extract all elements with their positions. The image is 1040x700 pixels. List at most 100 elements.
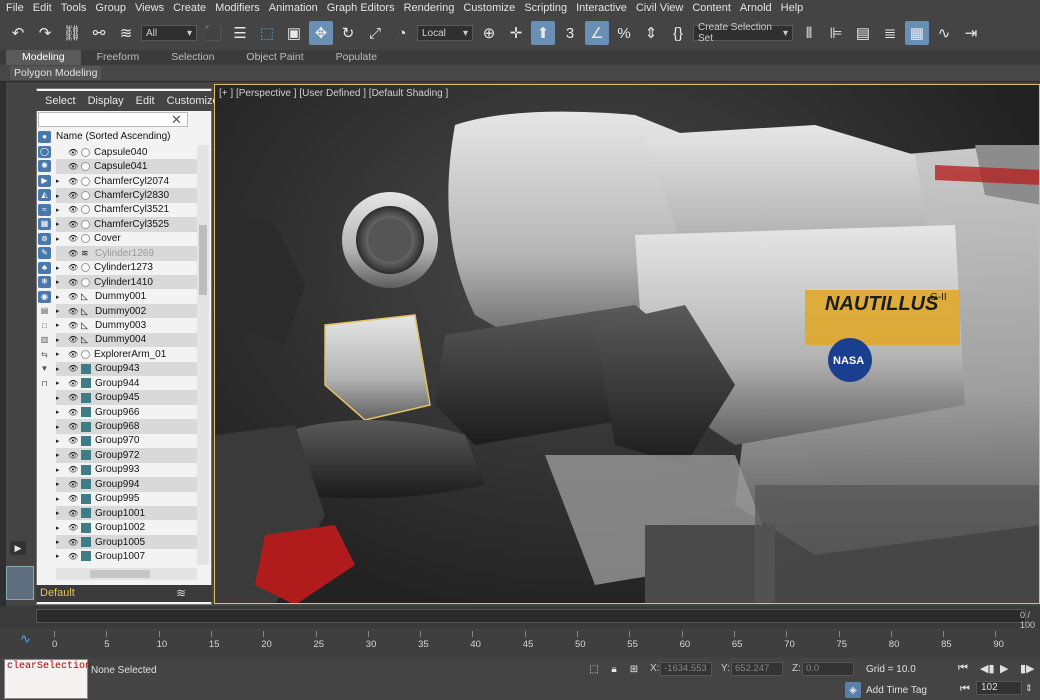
menu-item-animation[interactable]: Animation bbox=[269, 2, 318, 14]
tab-modeling[interactable]: Modeling bbox=[6, 50, 81, 65]
menu-item-group[interactable]: Group bbox=[95, 2, 126, 14]
bind-spacewarp-icon[interactable]: ≋ bbox=[114, 21, 138, 45]
visibility-eye-icon[interactable]: 👁︎ bbox=[68, 220, 80, 229]
expand-arrow-icon[interactable]: ▶ bbox=[56, 379, 60, 387]
redo-icon[interactable]: ↷ bbox=[33, 21, 57, 45]
toggle-layer-explorer-icon[interactable]: ≣ bbox=[878, 21, 902, 45]
scene-list-horizontal-scrollbar[interactable] bbox=[56, 568, 197, 580]
visibility-eye-icon[interactable]: 👁︎ bbox=[68, 451, 80, 460]
column-header-name[interactable]: Name (Sorted Ascending) bbox=[56, 131, 171, 142]
layer-stack-icon[interactable]: ≋ bbox=[176, 586, 186, 600]
add-time-tag-icon[interactable]: ◈ bbox=[845, 682, 861, 698]
list-item[interactable]: 👁︎ Capsule041 bbox=[56, 159, 197, 174]
list-item[interactable]: ▶ 👁︎ Group994 bbox=[56, 477, 197, 492]
list-item[interactable]: ▶ 👁︎ Group970 bbox=[56, 434, 197, 448]
menu-item-edit[interactable]: Edit bbox=[33, 2, 52, 14]
toggle-scene-explorer-icon[interactable]: ▤ bbox=[851, 21, 875, 45]
visibility-eye-icon[interactable]: 👁︎ bbox=[68, 249, 80, 258]
list-item[interactable]: ▶ 👁︎ Cylinder1410 bbox=[56, 274, 197, 290]
list-item[interactable]: ▶ 👁︎ Group993 bbox=[56, 463, 197, 477]
x-coordinate-field[interactable]: -1634.553 bbox=[660, 662, 712, 676]
expand-arrow-icon[interactable]: ▶ bbox=[56, 235, 60, 243]
list-item[interactable]: ▶ 👁︎ Group944 bbox=[56, 376, 197, 390]
scrollbar-thumb[interactable] bbox=[199, 225, 207, 295]
display-all-icon[interactable]: ▤ bbox=[38, 305, 51, 317]
viewport-label-menu[interactable]: [+ ] [Perspective ] [User Defined ] [Def… bbox=[219, 88, 448, 99]
tab-freeform[interactable]: Freeform bbox=[81, 50, 156, 65]
visibility-eye-icon[interactable]: 👁︎ bbox=[68, 321, 80, 330]
spinner-snap-icon[interactable]: ⇕ bbox=[639, 21, 663, 45]
display-lights-icon[interactable]: ✺ bbox=[38, 160, 51, 172]
select-move-icon[interactable]: ✥ bbox=[309, 21, 333, 45]
polygon-modeling-label[interactable]: Polygon Modeling bbox=[10, 66, 102, 80]
menu-item-file[interactable]: File bbox=[6, 2, 24, 14]
menu-item-modifiers[interactable]: Modifiers bbox=[215, 2, 260, 14]
menu-item-graph-editors[interactable]: Graph Editors bbox=[327, 2, 395, 14]
expand-arrow-icon[interactable]: ▶ bbox=[56, 552, 60, 560]
expand-arrow-icon[interactable]: ▶ bbox=[56, 480, 60, 488]
expand-arrow-icon[interactable]: ▶ bbox=[56, 192, 60, 200]
expand-arrow-icon[interactable]: ▶ bbox=[56, 220, 60, 228]
list-item[interactable]: ▶ 👁︎ ChamferCyl3521 bbox=[56, 203, 197, 217]
z-coordinate-field[interactable]: 0.0 bbox=[802, 662, 854, 676]
visibility-eye-icon[interactable]: 👁︎ bbox=[68, 552, 80, 561]
visibility-eye-icon[interactable]: 👁︎ bbox=[68, 509, 80, 518]
list-item[interactable]: ▶ 👁︎ ◺ Dummy003 bbox=[56, 318, 197, 332]
display-shapes-icon[interactable]: ◯ bbox=[38, 145, 51, 158]
scrollbar-thumb[interactable] bbox=[90, 570, 150, 578]
select-object-icon[interactable]: ⬛ bbox=[201, 21, 225, 45]
sort-icon[interactable]: ⊓ bbox=[38, 378, 51, 390]
menu-item-tools[interactable]: Tools bbox=[61, 2, 87, 14]
sync-selection-icon[interactable]: ⇆ bbox=[38, 349, 51, 361]
expand-arrow-icon[interactable]: ▶ bbox=[56, 437, 60, 445]
menu-item-interactive[interactable]: Interactive bbox=[576, 2, 627, 14]
display-containers-icon[interactable]: ♣ bbox=[38, 261, 51, 274]
list-item[interactable]: ▶ 👁︎ Group966 bbox=[56, 405, 197, 419]
display-frozen-icon[interactable]: ❄ bbox=[38, 276, 51, 288]
percent-snap-icon[interactable]: % bbox=[612, 21, 636, 45]
expand-arrow-icon[interactable]: ▶ bbox=[56, 336, 60, 344]
menu-item-views[interactable]: Views bbox=[135, 2, 164, 14]
select-rotate-icon[interactable]: ↻ bbox=[336, 21, 360, 45]
expand-arrow-icon[interactable]: ▶ bbox=[56, 408, 60, 416]
expand-arrow-icon[interactable]: ▶ bbox=[56, 524, 60, 532]
visibility-eye-icon[interactable]: 👁︎ bbox=[68, 364, 80, 373]
visibility-eye-icon[interactable]: 👁︎ bbox=[68, 292, 80, 301]
visibility-eye-icon[interactable]: 👁︎ bbox=[68, 494, 80, 503]
list-item[interactable]: ▶ 👁︎ Group945 bbox=[56, 390, 197, 405]
perspective-viewport[interactable]: [+ ] [Perspective ] [User Defined ] [Def… bbox=[214, 84, 1040, 604]
filter-icon[interactable]: ▼ bbox=[38, 363, 51, 375]
menu-item-scripting[interactable]: Scripting bbox=[524, 2, 567, 14]
expand-arrow-icon[interactable]: ▶ bbox=[56, 206, 60, 214]
rect-selection-icon[interactable]: ⬚ bbox=[255, 21, 279, 45]
visibility-eye-icon[interactable]: 👁︎ bbox=[68, 263, 80, 272]
tab-populate[interactable]: Populate bbox=[320, 50, 393, 65]
frame-spinner-icon[interactable]: ⇕ bbox=[1025, 683, 1033, 694]
expand-arrow-icon[interactable]: ▶ bbox=[56, 307, 60, 315]
visibility-eye-icon[interactable]: 👁︎ bbox=[68, 278, 80, 287]
scene-menu-customize[interactable]: Customize bbox=[167, 95, 219, 107]
visibility-eye-icon[interactable]: 👁︎ bbox=[68, 393, 80, 402]
visibility-eye-icon[interactable]: 👁︎ bbox=[68, 177, 80, 186]
display-xrefs-icon[interactable]: ⊗ bbox=[38, 232, 51, 245]
edit-named-selection-icon[interactable]: {} bbox=[666, 21, 690, 45]
pivot-center-icon[interactable]: ⊕ bbox=[477, 21, 501, 45]
visibility-eye-icon[interactable]: 👁︎ bbox=[68, 480, 80, 489]
display-bones-icon[interactable]: ✎ bbox=[38, 247, 51, 259]
selection-filter-dropdown[interactable]: All ▾ bbox=[141, 25, 197, 41]
display-spacewarps-icon[interactable]: ≈ bbox=[38, 203, 51, 216]
scene-explorer-search-input[interactable] bbox=[38, 112, 188, 127]
list-item[interactable]: ▶ 👁︎ Group995 bbox=[56, 492, 197, 506]
list-item[interactable]: ▶ 👁︎ Group1002 bbox=[56, 520, 197, 534]
list-item[interactable]: ▶ 👁︎ ◺ Dummy001 bbox=[56, 289, 197, 303]
reference-coordinate-dropdown[interactable]: Local ▾ bbox=[417, 25, 473, 41]
mirror-icon[interactable]: ⫴ bbox=[797, 21, 821, 45]
track-bar[interactable]: ∿ 0 5 10 15 20 25 30 35 40 45 50 55 60 65 70 75 80 85 90 bbox=[0, 628, 1040, 658]
menu-item-rendering[interactable]: Rendering bbox=[404, 2, 455, 14]
menu-item-help[interactable]: Help bbox=[781, 2, 804, 14]
viewport-layout-thumb[interactable] bbox=[6, 566, 34, 600]
display-none-icon[interactable]: □ bbox=[38, 320, 51, 332]
expand-layout-icon[interactable]: ▶ bbox=[10, 541, 26, 555]
select-by-name-icon[interactable]: ☰ bbox=[228, 21, 252, 45]
display-invert-icon[interactable]: ▥ bbox=[38, 334, 51, 346]
